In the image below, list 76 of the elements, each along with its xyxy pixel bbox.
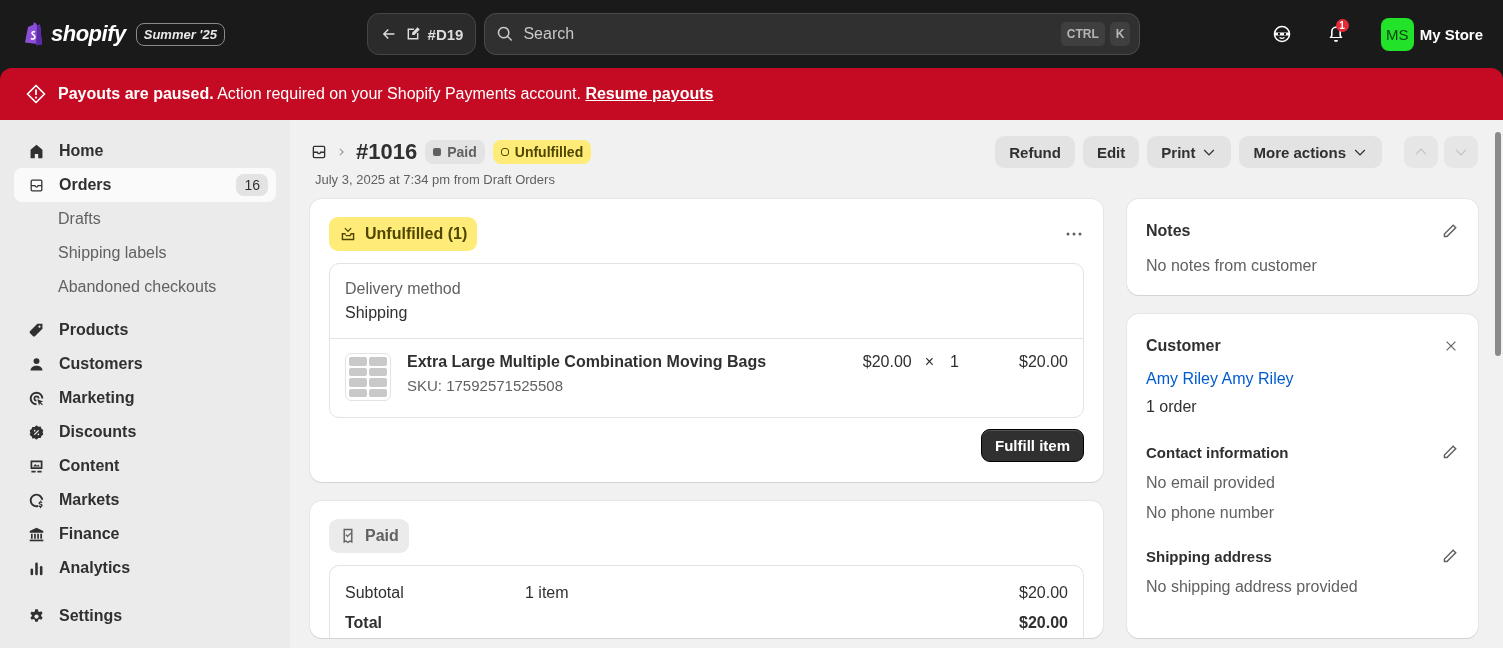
sidebar-item[interactable]: Markets	[14, 483, 276, 517]
notes-text: No notes from customer	[1146, 257, 1318, 275]
shopify-wordmark[interactable]: shopify	[51, 21, 126, 47]
order-count-badge: 16	[236, 174, 268, 196]
quantity: 1	[950, 353, 959, 372]
edition-badge[interactable]: Summer '25	[135, 22, 225, 46]
fulfillment-status-badge: Unfulfilled	[492, 140, 592, 164]
delivery-method-value: Shipping	[345, 304, 409, 323]
line-total: $20.00	[1018, 353, 1068, 372]
product-sku: SKU: 17592571525508	[407, 377, 564, 396]
discount-badge-icon	[28, 423, 45, 441]
delivery-method-label: Delivery method	[345, 280, 462, 299]
scrollbar-thumb[interactable]	[1495, 132, 1501, 356]
resume-payouts-link[interactable]: Resume payouts	[585, 85, 714, 102]
target-icon	[28, 389, 45, 407]
unit-price: $20.00	[861, 353, 912, 372]
sidebar-item[interactable]: Analytics	[14, 551, 276, 585]
home-icon	[28, 142, 45, 160]
fulfill-item-button[interactable]: Fulfill item	[981, 429, 1084, 462]
product-photo-placeholder	[345, 353, 391, 401]
card-title: Notes	[1146, 222, 1191, 240]
sidebar-item[interactable]: Finance	[14, 517, 276, 551]
section-text: No phone number	[1146, 504, 1276, 523]
back-button[interactable]: #D19	[366, 13, 477, 55]
action-button[interactable]: Refund	[995, 136, 1075, 168]
sidebar-item[interactable]: Content	[14, 449, 276, 483]
total-amount: $20.00	[1019, 614, 1068, 632]
subtotal-label: Subtotal	[345, 584, 405, 602]
globe-icon	[28, 491, 45, 509]
settings-icon	[28, 607, 45, 625]
section-title: Shipping address	[1146, 547, 1272, 565]
alert-diamond-icon	[26, 84, 46, 104]
action-button[interactable]: More actions	[1239, 136, 1382, 168]
section-text: No email provided	[1146, 474, 1276, 493]
package-icon	[339, 225, 357, 243]
payout-warning-message: Payouts are paused. Action required on your Shopify Payments account. Resume payouts	[58, 85, 714, 103]
notification-count: 1	[1335, 19, 1349, 32]
shortcut-key: CTRL	[1060, 22, 1105, 46]
card-title: Customer	[1146, 337, 1221, 355]
sidebar-subitem[interactable]: Shipping labels	[14, 236, 276, 270]
times-sign: ×	[924, 353, 935, 372]
paid-status-badge: Paid	[329, 519, 409, 553]
customer-name-link[interactable]: Amy Riley Amy Riley	[1146, 370, 1459, 392]
unfulfilled-status-badge: Unfulfilled (1)	[329, 217, 478, 251]
bank-icon	[28, 525, 45, 543]
store-name[interactable]: My Store	[1419, 25, 1483, 43]
sidebar-subitem[interactable]: Abandoned checkouts	[14, 270, 276, 304]
masked-face-icon[interactable]	[1271, 24, 1292, 44]
section-title: Contact information	[1146, 443, 1289, 461]
sidebar-item[interactable]: Products	[14, 313, 276, 347]
subtotal-amount: $20.00	[1019, 584, 1068, 602]
edit-pencil-icon[interactable]	[1441, 443, 1459, 461]
item-count: 1 item	[525, 584, 570, 602]
customer-order-count: 1 order	[1146, 398, 1198, 417]
edit-pencil-icon[interactable]	[1441, 222, 1459, 240]
sidebar-item[interactable]: Home	[14, 134, 276, 168]
total-label: Total	[345, 614, 384, 632]
order-date: July 3, 2025 at 7:34 pm from Draft Orders	[315, 172, 556, 188]
store-avatar[interactable]: MS	[1380, 17, 1414, 51]
sidebar-item[interactable]: Customers	[14, 347, 276, 381]
sidebar-item[interactable]: Marketing	[14, 381, 276, 415]
person-icon	[28, 355, 45, 373]
tag-icon	[28, 321, 45, 339]
sidebar-item[interactable]: Settings	[14, 599, 276, 633]
search-icon	[496, 25, 515, 43]
action-button[interactable]: Print	[1147, 136, 1232, 168]
product-name[interactable]: Extra Large Multiple Combination Moving Bags	[407, 353, 836, 377]
order-title: #1016	[356, 139, 418, 165]
action-button[interactable]: Edit	[1082, 136, 1140, 168]
section-text: No shipping address provided	[1146, 578, 1359, 597]
sidebar-item[interactable]: Discounts	[14, 415, 276, 449]
edit-pencil-icon[interactable]	[1441, 547, 1459, 565]
sidebar-subitem[interactable]: Drafts	[14, 202, 276, 236]
sidebar-item[interactable]: Orders 16	[14, 168, 276, 202]
inbox-icon[interactable]	[310, 143, 328, 161]
payment-status-badge: Paid	[425, 140, 485, 164]
